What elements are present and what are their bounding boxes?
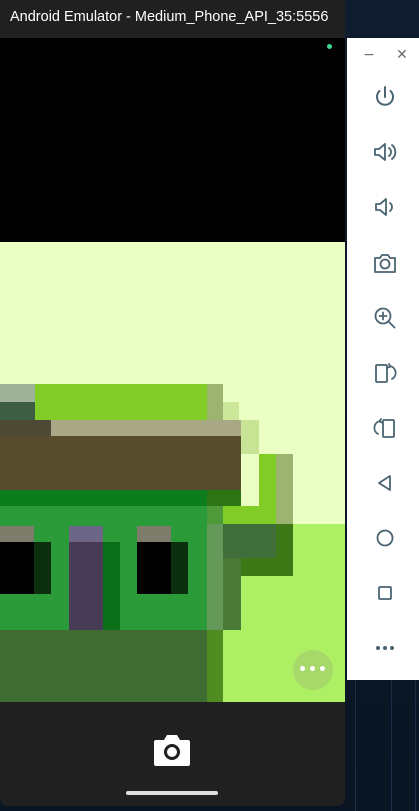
more-options-button[interactable]: ••• <box>293 650 333 690</box>
status-indicator <box>327 44 332 49</box>
power-icon[interactable] <box>367 79 403 115</box>
home-indicator[interactable] <box>126 791 218 795</box>
camera-icon[interactable] <box>152 732 192 768</box>
emulator-window: Android Emulator - Medium_Phone_API_35:5… <box>0 0 345 806</box>
window-title: Android Emulator - Medium_Phone_API_35:5… <box>10 9 329 25</box>
title-bar[interactable]: Android Emulator - Medium_Phone_API_35:5… <box>0 0 345 38</box>
rotate-left-icon[interactable] <box>367 355 403 391</box>
desktop-decoration <box>345 680 419 811</box>
game-canvas[interactable] <box>0 242 345 702</box>
rotate-right-icon[interactable] <box>367 410 403 446</box>
minimize-button[interactable]: − <box>359 45 379 65</box>
zoom-icon[interactable] <box>367 300 403 336</box>
screenshot-camera-icon[interactable] <box>367 245 403 281</box>
home-icon[interactable] <box>367 520 403 556</box>
emulator-toolbar: − ✕ <box>347 38 419 680</box>
navigation-bar <box>0 702 345 806</box>
toolbar-window-controls: − ✕ <box>347 38 419 72</box>
back-icon[interactable] <box>367 465 403 501</box>
device-screen[interactable]: ••• <box>0 38 345 702</box>
close-button[interactable]: ✕ <box>392 45 412 65</box>
volume-up-icon[interactable] <box>367 134 403 170</box>
overview-icon[interactable] <box>367 575 403 611</box>
volume-down-icon[interactable] <box>367 189 403 225</box>
more-icon[interactable] <box>367 630 403 666</box>
